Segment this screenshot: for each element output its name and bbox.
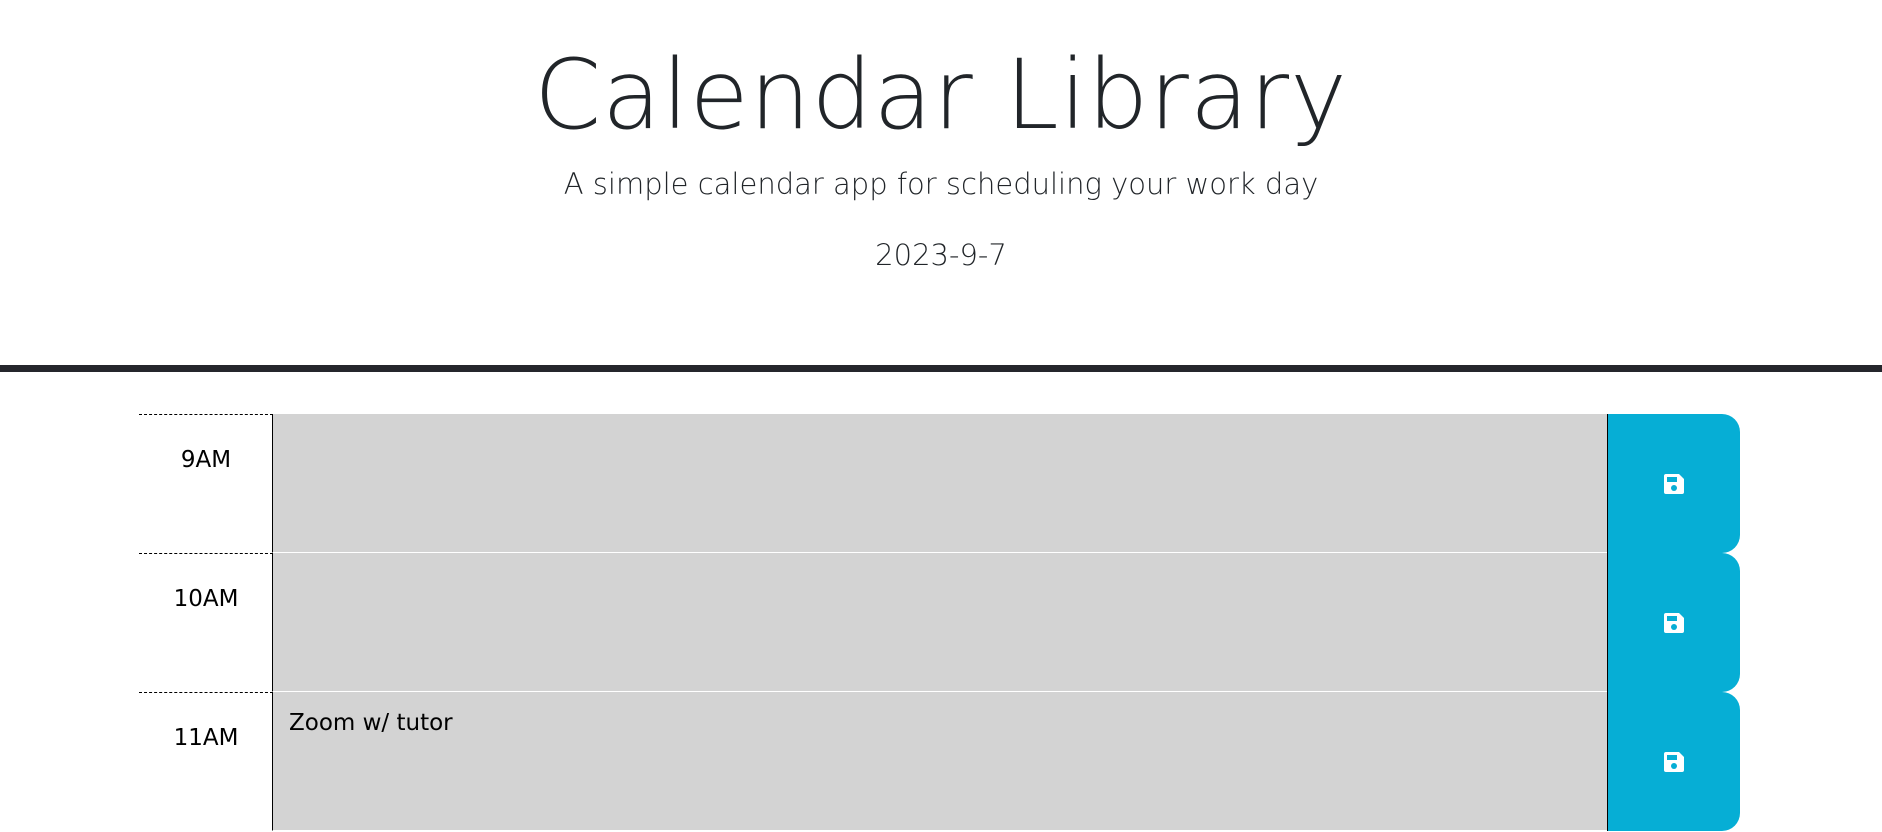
event-description-input[interactable] <box>272 414 1607 553</box>
hour-label: 11AM <box>139 692 273 831</box>
time-block-11am: 11AM Zoom w/ tutor <box>139 692 1740 831</box>
page-subtitle: A simple calendar app for scheduling you… <box>563 167 1319 201</box>
page-title: Calendar Library <box>534 39 1348 151</box>
current-date: 2023-9-7 <box>875 238 1007 272</box>
save-button[interactable] <box>1607 414 1740 553</box>
save-button[interactable] <box>1607 692 1740 831</box>
save-button[interactable] <box>1607 553 1740 692</box>
schedule-container: 9AM 10AM 11AM Zoom w/ tutor <box>139 414 1740 831</box>
header: Calendar Library A simple calendar app f… <box>0 0 1882 372</box>
hour-label: 9AM <box>139 414 273 553</box>
event-description-input[interactable] <box>272 553 1607 692</box>
hour-label: 10AM <box>139 553 273 692</box>
save-icon <box>1664 473 1684 494</box>
time-block-10am: 10AM <box>139 553 1740 692</box>
event-description-input[interactable]: Zoom w/ tutor <box>272 692 1607 831</box>
save-icon <box>1664 751 1684 772</box>
save-icon <box>1664 612 1684 633</box>
time-block-9am: 9AM <box>139 414 1740 553</box>
